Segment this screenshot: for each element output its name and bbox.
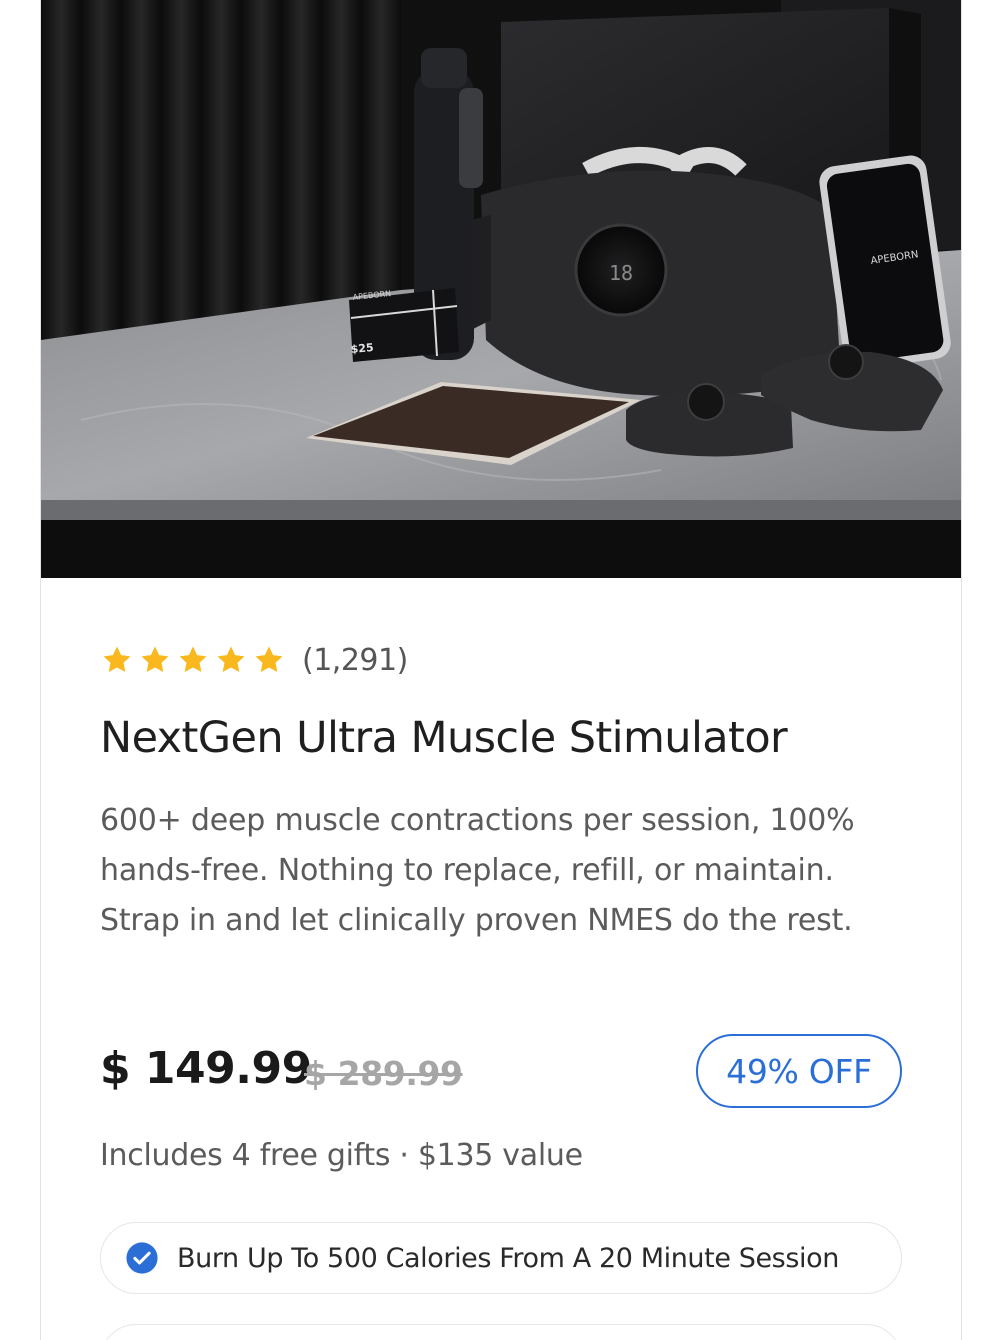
star-icon xyxy=(176,643,210,677)
product-image[interactable]: 18 APEBORN $25 APEBORN xyxy=(41,0,961,578)
sale-price: $ 149.99 xyxy=(100,1043,312,1094)
star-icon xyxy=(138,643,172,677)
star-icon xyxy=(100,643,134,677)
benefit-item xyxy=(100,1324,902,1340)
product-description: 600+ deep muscle contractions per sessio… xyxy=(100,803,855,938)
price-row: $ 149.99 $ 289.99 49% OFF xyxy=(100,1033,902,1113)
review-count[interactable]: (1,291) xyxy=(302,643,408,678)
check-circle-icon xyxy=(125,1241,159,1275)
star-icon xyxy=(252,643,286,677)
star-rating xyxy=(100,643,286,677)
free-gifts-note: Includes 4 free gifts · $135 value xyxy=(100,1138,583,1173)
rating-row[interactable]: (1,291) xyxy=(100,640,408,680)
device-display-text: 18 xyxy=(609,261,633,285)
benefit-item: Burn Up To 500 Calories From A 20 Minute… xyxy=(100,1222,902,1294)
star-icon xyxy=(214,643,248,677)
product-card: 18 APEBORN $25 APEBORN (1,291) NextGen U… xyxy=(40,0,962,1340)
benefit-label: Burn Up To 500 Calories From A 20 Minute… xyxy=(177,1242,839,1274)
gift-card-value-text: $25 xyxy=(350,341,374,356)
product-title: NextGen Ultra Muscle Stimulator xyxy=(100,713,788,763)
discount-badge: 49% OFF xyxy=(696,1034,902,1108)
compare-at-price: $ 289.99 xyxy=(304,1054,463,1093)
